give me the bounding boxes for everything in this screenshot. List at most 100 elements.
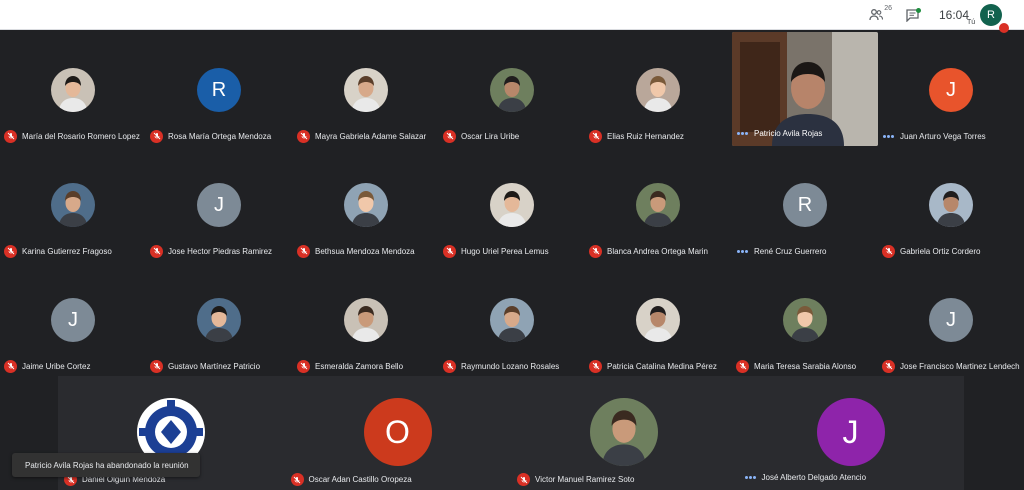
participant-name: Jaime Uribe Cortez xyxy=(4,359,90,373)
participant-tile-patricia-catalina-medina-perez[interactable]: Patricia Catalina Medina Pérez xyxy=(585,262,731,377)
participant-name: Maria Teresa Sarabia Alonso xyxy=(736,359,856,373)
mic-off-icon xyxy=(443,244,456,258)
participant-avatar xyxy=(490,68,534,112)
participant-name-text: Oscar Lira Uribe xyxy=(461,131,520,141)
participant-name-text: Bethsua Mendoza Mendoza xyxy=(315,246,415,256)
participant-name: Oscar Lira Uribe xyxy=(443,129,519,143)
participant-name: Mayra Gabriela Adame Salazar xyxy=(297,129,426,143)
mic-off-icon xyxy=(150,129,163,143)
participant-avatar xyxy=(490,183,534,227)
participant-avatar xyxy=(590,398,658,466)
participant-tile-karina-gutierrez-fragoso[interactable]: Karina Gutierrez Fragoso xyxy=(0,147,146,262)
self-avatar[interactable]: R Tú xyxy=(967,4,1009,33)
mic-off-icon xyxy=(4,129,17,143)
participant-avatar xyxy=(51,68,95,112)
participant-name: Hugo Uriel Perea Lemus xyxy=(443,244,549,258)
participant-tile-juan-arturo-vega-torres[interactable]: J Juan Arturo Vega Torres xyxy=(878,32,1024,147)
participant-name-text: Victor Manuel Ramirez Soto xyxy=(535,475,635,484)
participant-tile-maria-teresa-sarabia-alonso[interactable]: Maria Teresa Sarabia Alonso xyxy=(732,262,878,377)
participant-avatar xyxy=(197,298,241,342)
participant-avatar xyxy=(490,298,534,342)
participant-name-text: Patricia Catalina Medina Pérez xyxy=(607,361,717,371)
participant-name: Rosa María Ortega Mendoza xyxy=(150,129,271,143)
participant-tile-jose-hector-piedras-ramirez[interactable]: J Jose Hector Piedras Ramirez xyxy=(146,147,292,262)
participant-tile-jaime-uribe-cortez[interactable]: J Jaime Uribe Cortez xyxy=(0,262,146,377)
participant-name: Blanca Andrea Ortega Marin xyxy=(589,244,708,258)
participant-video-tile[interactable]: Patricio Avila Rojas xyxy=(732,32,878,146)
participant-name: Jose Hector Piedras Ramirez xyxy=(150,244,272,258)
participant-name-text: Blanca Andrea Ortega Marin xyxy=(607,246,708,256)
mic-off-icon xyxy=(297,359,310,373)
participant-name: Patricia Catalina Medina Pérez xyxy=(589,359,717,373)
participant-avatar: R xyxy=(783,183,827,227)
participant-tile-jose-alberto-delgado-atencio[interactable]: J José Alberto Delgado Atencio xyxy=(738,376,964,490)
participant-name-text: Jose Hector Piedras Ramirez xyxy=(168,246,273,256)
self-initial: R xyxy=(987,9,995,21)
mic-off-icon xyxy=(882,359,895,373)
mic-off-icon xyxy=(443,129,456,143)
participant-name: Raymundo Lozano Rosales xyxy=(443,359,559,373)
participant-name-text: Oscar Adan Castillo Oropeza xyxy=(308,475,412,484)
participant-name-text: María del Rosario Romero Lopez xyxy=(22,131,140,141)
participant-avatar: J xyxy=(51,298,95,342)
participant-name: René Cruz Guerrero xyxy=(736,244,826,258)
mic-off-icon xyxy=(150,244,163,258)
participant-avatar: J xyxy=(929,68,973,112)
participant-tile-mayra-gabriela-adame-salazar[interactable]: Mayra Gabriela Adame Salazar xyxy=(293,32,439,147)
participant-tile-rene-cruz-guerrero[interactable]: R René Cruz Guerrero xyxy=(732,147,878,262)
audio-indicator-icon xyxy=(882,134,895,138)
participant-tile-bethsua-mendoza-mendoza[interactable]: Bethsua Mendoza Mendoza xyxy=(293,147,439,262)
participant-avatar: J xyxy=(929,298,973,342)
top-bar: 26 16:04 R Tú xyxy=(0,0,1024,33)
participant-name-text: Elias Ruiz Hernandez xyxy=(607,131,684,141)
audio-indicator-icon xyxy=(736,249,749,253)
participant-tile-jose-francisco-martinez-lendech[interactable]: J Jose Francisco Martinez Lendech xyxy=(878,262,1024,377)
mic-off-icon xyxy=(297,129,310,143)
mic-off-icon xyxy=(4,359,17,373)
chat-button[interactable] xyxy=(894,0,930,30)
participant-tile-victor-manuel-ramirez-soto[interactable]: Victor Manuel Ramirez Soto xyxy=(511,376,737,490)
participant-name-text: Juan Arturo Vega Torres xyxy=(900,131,986,141)
participant-tile-blanca-andrea-ortega-marin[interactable]: Blanca Andrea Ortega Marin xyxy=(585,147,731,262)
participant-tile-gabriela-ortiz-cordero[interactable]: Gabriela Ortiz Cordero xyxy=(878,147,1024,262)
people-icon xyxy=(869,9,883,21)
mic-off-icon xyxy=(517,473,530,486)
participant-avatar: O xyxy=(363,398,432,466)
participant-name-text: Jaime Uribe Cortez xyxy=(22,361,91,371)
participant-tile-hugo-uriel-perea-lemus[interactable]: Hugo Uriel Perea Lemus xyxy=(439,147,585,262)
participant-name-text: René Cruz Guerrero xyxy=(754,246,827,256)
participant-name: Esmeralda Zamora Bello xyxy=(297,359,403,373)
participant-name: María del Rosario Romero Lopez xyxy=(4,129,140,143)
participant-name: Gustavo Martínez Patricio xyxy=(150,359,260,373)
mic-off-icon xyxy=(443,359,456,373)
audio-indicator-icon xyxy=(744,476,757,479)
mic-off-icon xyxy=(297,244,310,258)
participant-tile-raymundo-lozano-rosales[interactable]: Raymundo Lozano Rosales xyxy=(439,262,585,377)
participant-tile-rosa-maria-ortega-mendoza[interactable]: R Rosa María Ortega Mendoza xyxy=(146,32,292,147)
participant-tile-esmeralda-zamora-bello[interactable]: Esmeralda Zamora Bello xyxy=(293,262,439,377)
participant-name-text: Hugo Uriel Perea Lemus xyxy=(461,246,549,256)
participant-avatar xyxy=(51,183,95,227)
mic-off-icon xyxy=(736,359,749,373)
participant-tile-maria-del-rosario-romero-lopez[interactable]: María del Rosario Romero Lopez xyxy=(0,32,146,147)
participant-name: Elias Ruiz Hernandez xyxy=(589,129,684,143)
participant-name-text: Gustavo Martínez Patricio xyxy=(168,361,261,371)
audio-indicator-icon xyxy=(736,132,749,135)
participant-tile-gustavo-martinez-patricio[interactable]: Gustavo Martínez Patricio xyxy=(146,262,292,377)
participant-tile-oscar-lira-uribe[interactable]: Oscar Lira Uribe xyxy=(439,32,585,147)
mic-off-icon xyxy=(290,473,304,486)
self-label: Tú xyxy=(967,19,976,26)
participants-count: 26 xyxy=(884,5,892,12)
participant-name: Karina Gutierrez Fragoso xyxy=(4,244,112,258)
top-controls: 26 16:04 R Tú xyxy=(850,0,1024,33)
participants-button[interactable]: 26 xyxy=(858,0,894,30)
participant-name: Patricio Avila Rojas xyxy=(736,129,822,138)
chat-notification-dot xyxy=(916,8,921,13)
participant-avatar xyxy=(344,183,388,227)
participant-tile-oscar-adan-castillo-oropeza[interactable]: O Oscar Adan Castillo Oropeza xyxy=(285,376,511,490)
participant-tile-elias-ruiz-hernandez[interactable]: Elias Ruiz Hernandez xyxy=(585,32,731,147)
participant-avatar: J xyxy=(816,398,885,466)
participant-avatar xyxy=(636,298,680,342)
mic-off-icon xyxy=(589,359,602,373)
participant-name: Gabriela Ortiz Cordero xyxy=(882,244,980,258)
